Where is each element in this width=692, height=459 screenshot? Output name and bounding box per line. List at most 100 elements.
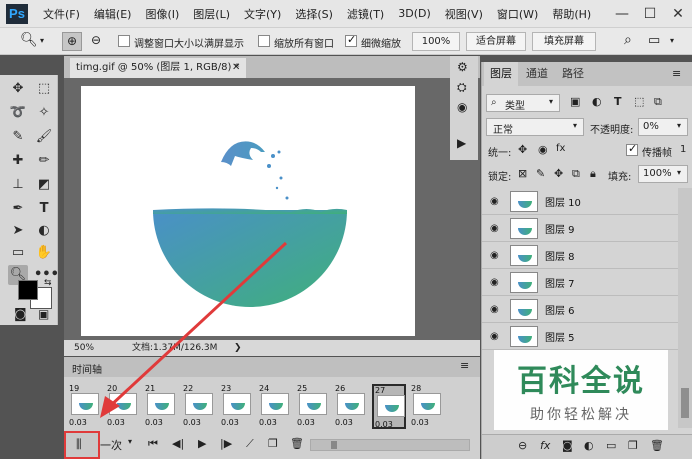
visibility-eye-icon[interactable]: ◉ — [490, 250, 499, 261]
lock-transparent-icon[interactable]: ⊠ — [518, 167, 527, 180]
zoom-100-button[interactable]: 100% — [412, 32, 460, 51]
visibility-eye-icon[interactable]: ◉ — [490, 196, 499, 207]
opacity-field[interactable]: 0% ▾ — [638, 118, 688, 136]
timeline-frame[interactable]: 21 0.03 — [144, 384, 178, 429]
play-icon[interactable]: ▶ — [198, 437, 206, 450]
tween-icon[interactable]: ⟋ — [246, 437, 254, 451]
play-actions-icon[interactable]: ▶ — [457, 136, 466, 150]
timeline-scrollbar[interactable] — [310, 439, 470, 451]
convert-to-timeline-button[interactable]: ⫼ — [64, 431, 100, 459]
lock-artboard-icon[interactable]: ⧉ — [572, 167, 580, 181]
delete-frame-icon[interactable]: 🗑︎ — [290, 437, 304, 450]
filter-adjust-icon[interactable]: ◐ — [592, 95, 602, 108]
menu-image[interactable]: 图像(I) — [145, 6, 179, 22]
unify-visibility-icon[interactable]: ◉ — [538, 143, 548, 156]
menu-filter[interactable]: 滤镜(T) — [347, 6, 384, 22]
fit-screen-button[interactable]: 适合屏幕 — [466, 32, 526, 51]
frame-delay[interactable]: 0.03 — [335, 418, 353, 427]
swap-colors-icon[interactable]: ⇆ — [44, 278, 52, 288]
layer-style-icon[interactable]: fx — [540, 439, 550, 452]
add-mask-icon[interactable]: ◙ — [562, 439, 573, 452]
workspace-icon[interactable]: ▭ — [648, 33, 660, 48]
new-layer-icon[interactable]: ❐ — [628, 439, 638, 452]
tab-channels[interactable]: 通道 — [520, 62, 554, 86]
close-tab-icon[interactable]: ✕ — [232, 58, 240, 78]
adjustment-layer-icon[interactable]: ◐ — [584, 439, 594, 452]
marquee-tool-icon[interactable]: ⬚ — [34, 79, 54, 99]
lasso-tool-icon[interactable]: ➰ — [8, 103, 28, 123]
frame-delay[interactable]: 0.03 — [107, 418, 125, 427]
frame-delay[interactable]: 0.03 — [411, 418, 429, 427]
frame-delay[interactable]: 0.03 — [69, 418, 87, 427]
prev-frame-icon[interactable]: ◀| — [172, 437, 184, 450]
path-select-icon[interactable]: ➤ — [8, 221, 28, 241]
hand-tool-icon[interactable]: ✋ — [34, 243, 54, 263]
timeline-frame[interactable]: 27 0.03 — [372, 384, 406, 429]
timeline-frame[interactable]: 26 0.03 — [334, 384, 368, 429]
move-tool-icon[interactable]: ✥ — [8, 79, 28, 99]
new-group-icon[interactable]: ▭ — [606, 439, 616, 452]
timeline-frame[interactable]: 20 0.03 — [106, 384, 140, 429]
clone-stamp-icon[interactable]: ⊥ — [8, 175, 28, 195]
chevron-down-icon[interactable]: ▾ — [40, 36, 44, 45]
frame-delay[interactable]: 0.03 — [221, 418, 239, 427]
layers-scrollbar-thumb[interactable] — [681, 388, 689, 418]
foreground-color-swatch[interactable] — [18, 280, 38, 300]
menu-file[interactable]: 文件(F) — [43, 6, 80, 22]
document-tab[interactable]: timg.gif @ 50% (图层 1, RGB/8) * ✕ — [70, 58, 246, 78]
frame-delay[interactable]: 0.03 — [297, 418, 315, 427]
lock-all-icon[interactable]: 🔒︎ — [590, 167, 596, 181]
frame-delay[interactable]: 0.03 — [375, 420, 393, 429]
frame-delay[interactable]: 0.03 — [145, 418, 163, 427]
visibility-eye-icon[interactable]: ◉ — [490, 304, 499, 315]
resize-windows-checkbox[interactable] — [118, 35, 130, 47]
menu-select[interactable]: 选择(S) — [295, 6, 333, 22]
menu-type[interactable]: 文字(Y) — [244, 6, 281, 22]
propagate-checkbox[interactable] — [626, 142, 638, 156]
blend-mode-select[interactable]: 正常 ▾ — [486, 118, 584, 136]
eyedropper-icon[interactable]: ✎ — [8, 127, 28, 147]
layers-menu-icon[interactable]: ≡ — [672, 67, 681, 80]
zoom-all-checkbox[interactable] — [258, 35, 270, 47]
gradient-tool-icon[interactable]: ◐ — [34, 221, 54, 241]
next-frame-icon[interactable]: |▶ — [220, 437, 232, 450]
tab-paths[interactable]: 路径 — [556, 62, 590, 86]
filter-type-icon[interactable]: T — [614, 95, 622, 108]
timeline-frame[interactable]: 24 0.03 — [258, 384, 292, 429]
scrubby-zoom-checkbox[interactable] — [345, 33, 357, 47]
timeline-frame[interactable]: 23 0.03 — [220, 384, 254, 429]
menu-help[interactable]: 帮助(H) — [552, 6, 591, 22]
layer-row[interactable]: ◉ 图层 7 — [482, 269, 678, 296]
zoom-tool-icon[interactable]: 🔍︎ — [20, 32, 38, 48]
menu-layer[interactable]: 图层(L) — [193, 6, 230, 22]
close-button[interactable]: ✕ — [664, 0, 692, 28]
maximize-button[interactable]: ☐ — [636, 0, 664, 28]
visibility-eye-icon[interactable]: ◉ — [490, 277, 499, 288]
properties-panel-icon[interactable]: ⛭ — [457, 80, 467, 95]
loop-chevron-icon[interactable]: ▾ — [128, 437, 132, 446]
link-layers-icon[interactable]: ⊖ — [518, 439, 527, 452]
layer-filter-select[interactable]: ⌕ 类型 ▾ — [486, 94, 560, 112]
visibility-eye-icon[interactable]: ◉ — [490, 331, 499, 342]
unify-position-icon[interactable]: ✥ — [518, 143, 527, 156]
filter-shape-icon[interactable]: ⬚ — [634, 95, 644, 108]
fill-field[interactable]: 100% ▾ — [638, 165, 688, 183]
layers-scrollbar[interactable] — [678, 188, 692, 428]
filter-smart-icon[interactable]: ⧉ — [654, 95, 662, 109]
screen-mode-icon[interactable]: ▣ — [38, 307, 49, 321]
status-arrow-icon[interactable]: ❯ — [234, 340, 242, 356]
layer-row[interactable]: ◉ 图层 10 — [482, 188, 678, 215]
unify-style-icon[interactable]: fx — [556, 143, 565, 154]
timeline-frame[interactable]: 22 0.03 — [182, 384, 216, 429]
layer-row[interactable]: ◉ 图层 9 — [482, 215, 678, 242]
eraser-tool-icon[interactable]: ◩ — [34, 175, 54, 195]
panel-menu-icon[interactable]: ≡ — [460, 359, 469, 372]
layer-row[interactable]: ◉ 图层 8 — [482, 242, 678, 269]
menu-window[interactable]: 窗口(W) — [497, 6, 538, 22]
history-panel-icon[interactable]: ⚙ — [457, 60, 468, 74]
menu-3d[interactable]: 3D(D) — [398, 7, 431, 20]
quick-mask-icon[interactable]: ◙ — [14, 307, 27, 322]
rectangle-tool-icon[interactable]: ▭ — [8, 243, 28, 263]
first-frame-icon[interactable]: ⏮ — [148, 437, 158, 451]
brush-tool-icon[interactable]: 🖌︎ — [34, 127, 54, 147]
